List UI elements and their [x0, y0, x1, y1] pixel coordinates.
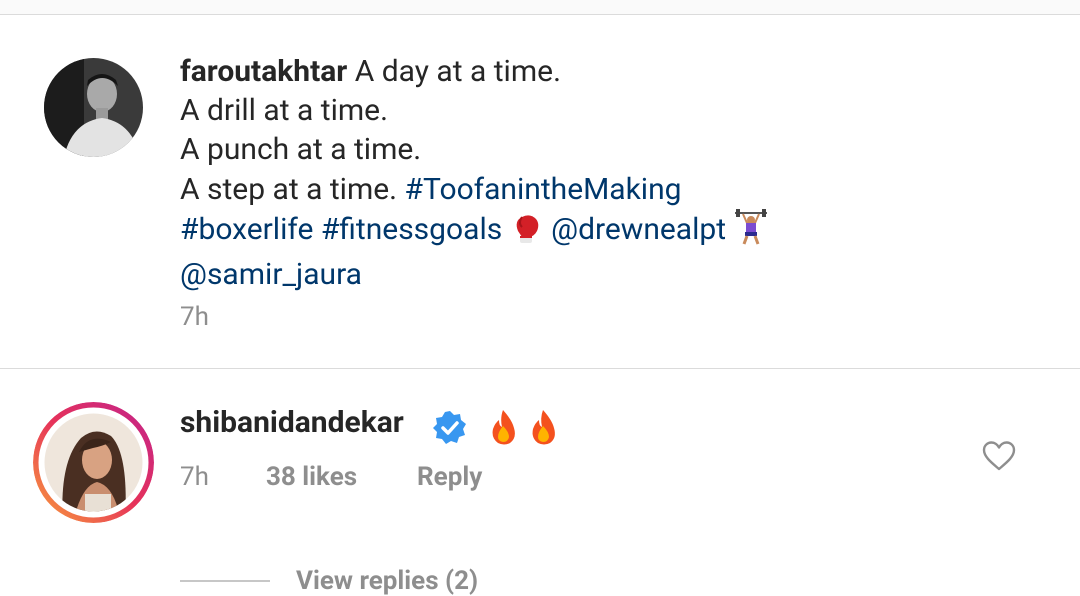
caption-line-2: A drill at a time. [180, 93, 388, 129]
hashtag-fitnessgoals[interactable]: #fitnessgoals [321, 212, 502, 247]
fire-emoji [532, 410, 555, 445]
caption-timestamp: 7h [180, 302, 209, 332]
view-replies-line [180, 580, 270, 582]
caption-line-1: A day at a time. [347, 54, 561, 89]
mention-drewnealpt[interactable]: @drewnealpt [551, 212, 726, 247]
weightlifter-emoji [734, 208, 768, 255]
comment-author-avatar[interactable] [33, 402, 154, 523]
mention-samir-jaura[interactable]: @samir_jaura [180, 257, 362, 292]
heart-icon[interactable] [982, 440, 1016, 476]
comment-timestamp: 7h [180, 462, 209, 492]
hashtag-boxerlife[interactable]: #boxerlife [180, 212, 313, 247]
hashtag-toofaninthemaking[interactable]: #ToofanintheMaking [405, 172, 682, 207]
boxing-glove-emoji [510, 211, 544, 255]
verified-badge-icon [432, 410, 468, 450]
caption-username[interactable]: faroutakhtar [180, 54, 347, 89]
fire-emoji [492, 410, 515, 445]
comment-likes[interactable]: 38 likes [266, 462, 357, 492]
post-caption: faroutakhtar A day at a time. A drill at… [180, 52, 1000, 294]
caption-author-avatar[interactable] [44, 58, 143, 157]
fire-emojis [488, 408, 560, 450]
caption-line-4: A step at a time. [180, 171, 405, 207]
view-replies-button[interactable]: View replies (2) [296, 566, 478, 596]
divider [0, 368, 1080, 369]
top-bar [0, 0, 1080, 15]
caption-line-3: A punch at a time. [180, 132, 422, 168]
reply-button[interactable]: Reply [417, 462, 482, 492]
comment-username[interactable]: shibanidandekar [180, 405, 404, 440]
